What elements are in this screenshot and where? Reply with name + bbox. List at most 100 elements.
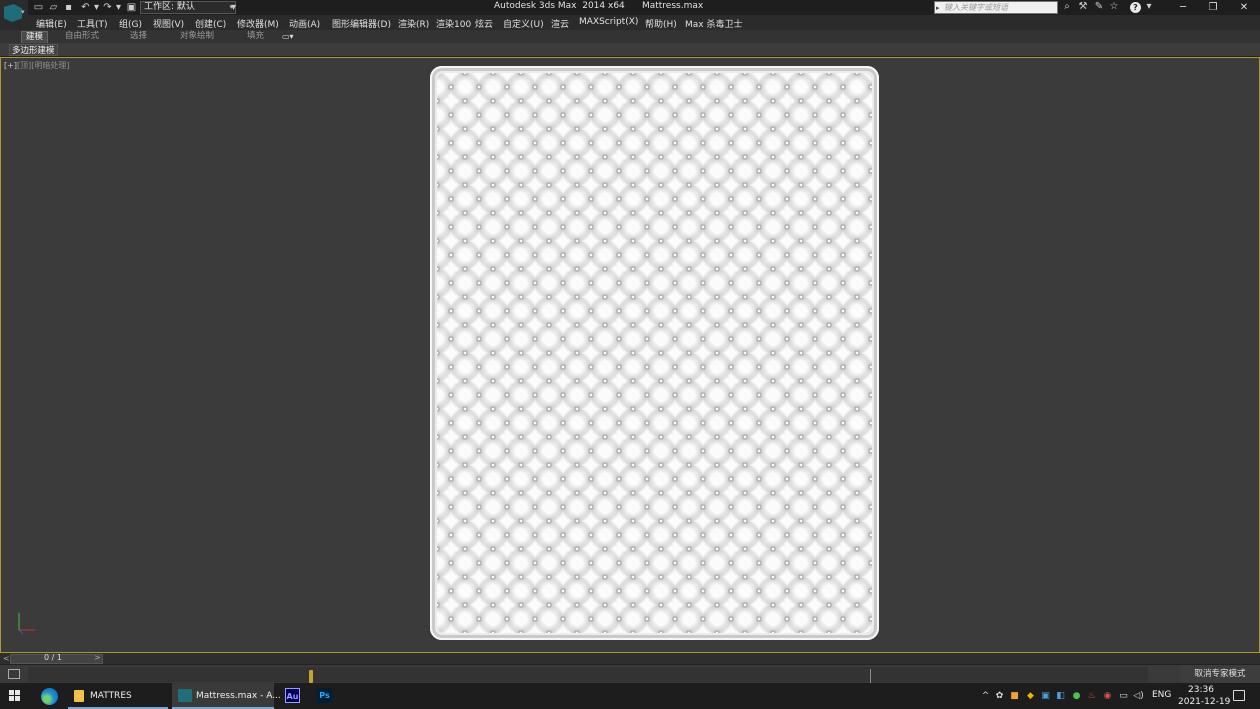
subscription-icon[interactable]: ⚒: [1077, 1, 1089, 13]
quick-access-more-icon[interactable]: ▾: [228, 2, 239, 13]
search-placeholder: 键入关键字或短语: [944, 3, 1008, 12]
menu-animation[interactable]: 动画(A): [289, 17, 320, 30]
tray-folder-icon[interactable]: ■: [1009, 691, 1020, 702]
help-icon[interactable]: ?: [1130, 2, 1141, 13]
file-title: Mattress.max: [641, 1, 704, 11]
workspace-label: 工作区: 默认: [144, 2, 195, 12]
tufted-quilt-surface: [437, 73, 872, 633]
mattress-model[interactable]: [430, 66, 879, 640]
tab-populate[interactable]: 填充: [243, 31, 268, 43]
time-prev-arrow[interactable]: <: [3, 654, 10, 663]
input-language-indicator[interactable]: ENG: [1152, 690, 1171, 700]
menu-render100[interactable]: 渲染100: [436, 17, 471, 30]
viewport-view-label[interactable]: [顶]: [17, 61, 31, 70]
menu-bar: 编辑(E) 工具(T) 组(G) 视图(V) 创建(C) 修改器(M) 动画(A…: [28, 15, 1260, 30]
network-icon[interactable]: ▭: [1118, 691, 1129, 702]
help-dropdown-icon[interactable]: ▾: [1143, 1, 1155, 13]
undo-icon[interactable]: ↶: [80, 2, 91, 13]
menu-customize[interactable]: 自定义(U): [503, 17, 544, 30]
taskbar-explorer-mattres[interactable]: MATTRES: [68, 683, 168, 709]
menu-create[interactable]: 创建(C): [195, 17, 226, 30]
track-bar: 取消专家模式: [0, 664, 1260, 684]
tray-network-app-icon[interactable]: ▣: [1040, 691, 1051, 702]
folder-icon: [74, 690, 84, 702]
communication-center-icon[interactable]: ✎: [1093, 1, 1105, 13]
tray-security-icon[interactable]: ♨: [1086, 691, 1097, 702]
menu-xuanyun-render[interactable]: 渲云: [551, 17, 569, 30]
time-next-arrow[interactable]: >: [94, 653, 101, 662]
project-folder-icon[interactable]: ▣: [126, 2, 137, 13]
tray-shield-icon[interactable]: ◆: [1025, 691, 1036, 702]
menu-group[interactable]: 组(G): [119, 17, 142, 30]
app-menu-button[interactable]: ▾: [0, 0, 28, 30]
favorites-star-icon[interactable]: ☆: [1108, 1, 1120, 13]
save-icon[interactable]: ▪: [63, 2, 74, 13]
volume-icon[interactable]: ◁): [1133, 691, 1144, 702]
windows-taskbar: MATTRES Mattress.max - A... Au Ps ^ ✿ ■ …: [0, 683, 1260, 709]
menu-tools[interactable]: 工具(T): [77, 17, 108, 30]
search-input[interactable]: ▸ 键入关键字或短语: [934, 1, 1058, 14]
window-title: Autodesk 3ds Max 2014 x64 Mattress.max: [494, 1, 703, 11]
close-button[interactable]: ✕: [1229, 0, 1259, 15]
workspace-dropdown[interactable]: 工作区: 默认 ▾: [140, 1, 236, 14]
cancel-expert-mode-button[interactable]: 取消专家模式: [1180, 665, 1260, 684]
keyframe-marker[interactable]: [309, 670, 313, 683]
tray-overflow-chevron-icon[interactable]: ^: [980, 691, 991, 702]
menu-graph-editors[interactable]: 图形编辑器(D): [332, 17, 391, 30]
taskbar-3dsmax-label: Mattress.max - A...: [196, 691, 281, 701]
search-expand-icon[interactable]: ▸: [936, 3, 940, 14]
timeline-track[interactable]: [28, 667, 1148, 684]
tab-modeling[interactable]: 建模: [21, 31, 49, 43]
menu-edit[interactable]: 编辑(E): [36, 17, 67, 30]
photoshop-icon[interactable]: Ps: [317, 688, 332, 703]
time-slider-value: 0 / 1: [44, 653, 62, 662]
ribbon-tabs: 建模 自由形式 选择 对象绘制 填充 ▭▾: [0, 30, 1260, 43]
axis-tripod-icon: [18, 613, 35, 635]
menu-help[interactable]: 帮助(H): [645, 17, 677, 30]
edge-browser-icon[interactable]: [41, 688, 58, 705]
menu-maxscript[interactable]: MAXScript(X): [579, 17, 638, 27]
redo-icon[interactable]: ↷: [102, 2, 113, 13]
clock-time[interactable]: 23:36: [1188, 685, 1214, 695]
menu-views[interactable]: 视图(V): [153, 17, 184, 30]
tray-app-icon[interactable]: ✿: [994, 691, 1005, 702]
binoculars-icon[interactable]: ⌕: [1061, 1, 1073, 13]
3dsmax-app-icon: [178, 689, 192, 702]
title-bar: ▾ ▭ ▱ ▪ ↶ ▾ ↷ ▾ ▣ 工作区: 默认 ▾ ▾ Autodesk 3…: [0, 0, 1260, 30]
ribbon: 建模 自由形式 选择 对象绘制 填充 ▭▾ 多边形建模: [0, 30, 1260, 57]
app-title: Autodesk 3ds Max 2014 x64: [494, 1, 625, 11]
taskbar-explorer-label: MATTRES: [90, 691, 132, 701]
mini-curve-editor-icon[interactable]: [8, 669, 20, 679]
restore-button[interactable]: ❐: [1198, 0, 1228, 15]
tab-freeform[interactable]: 自由形式: [61, 31, 103, 43]
redo-dropdown-icon[interactable]: ▾: [113, 2, 124, 13]
minimize-button[interactable]: ─: [1168, 0, 1198, 15]
viewport-label: [+][顶][明暗处理]: [4, 60, 69, 71]
ribbon-panel-polygon-modeling[interactable]: 多边形建模: [9, 44, 58, 56]
menu-max-antivirus[interactable]: Max 杀毒卫士: [685, 17, 742, 30]
menu-xuanyun[interactable]: 炫云: [475, 17, 493, 30]
taskbar-3dsmax[interactable]: Mattress.max - A...: [172, 683, 281, 709]
viewport-menu-label[interactable]: [+]: [4, 61, 17, 70]
viewport-shading-label[interactable]: [明暗处理]: [31, 61, 69, 70]
time-slider[interactable]: < 0 / 1 >: [0, 653, 1260, 664]
open-file-icon[interactable]: ▱: [48, 2, 59, 13]
menu-modifiers[interactable]: 修改器(M): [237, 17, 279, 30]
notification-center-icon[interactable]: [1233, 690, 1245, 701]
timeline-tick: [870, 669, 871, 684]
chevron-down-icon: ▾: [21, 8, 25, 16]
windows-start-icon[interactable]: [9, 690, 21, 702]
undo-dropdown-icon[interactable]: ▾: [91, 2, 102, 13]
tab-selection[interactable]: 选择: [126, 31, 151, 43]
3dsmax-logo-icon: [4, 4, 22, 22]
tray-cloud-icon[interactable]: ◧: [1055, 691, 1066, 702]
ribbon-minimize-toggle-icon[interactable]: ▭▾: [282, 32, 294, 41]
audition-icon[interactable]: Au: [285, 688, 300, 703]
menu-rendering[interactable]: 渲染(R): [398, 17, 429, 30]
clock-date[interactable]: 2021-12-19: [1178, 697, 1230, 707]
new-file-icon[interactable]: ▭: [33, 2, 44, 13]
wechat-icon[interactable]: ●: [1071, 691, 1082, 702]
viewport-top[interactable]: [+][顶][明暗处理]: [0, 57, 1260, 653]
tray-antivirus-icon[interactable]: ◉: [1102, 691, 1113, 702]
tab-object-paint[interactable]: 对象绘制: [176, 31, 218, 43]
